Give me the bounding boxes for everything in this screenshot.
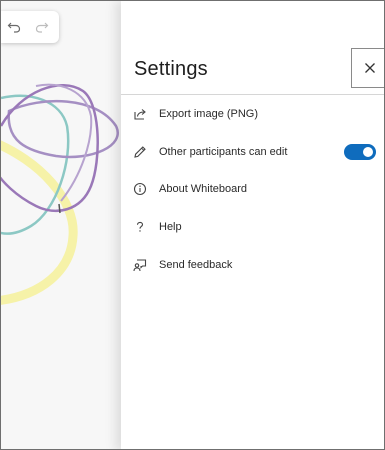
menu-item-label: About Whiteboard [159,183,248,195]
pencil-icon [132,144,148,160]
undo-icon[interactable] [5,18,23,36]
settings-panel: Settings Export image (PNG) Other partic… [121,1,384,449]
question-icon [132,219,148,235]
close-icon [364,63,375,73]
settings-title: Settings [134,58,208,80]
redo-icon[interactable] [33,18,51,36]
ink-drawing [1,83,119,305]
menu-item-send-feedback[interactable]: Send feedback [121,249,384,281]
feedback-icon [132,257,148,273]
close-button[interactable] [351,48,384,88]
menu-item-label: Export image (PNG) [159,108,259,120]
divider [121,94,384,95]
whiteboard-canvas[interactable] [1,1,121,449]
menu-item-label: Other participants can edit [159,146,288,158]
menu-item-about[interactable]: About Whiteboard [121,173,384,205]
participants-edit-toggle[interactable] [344,144,376,160]
menu-item-export-image[interactable]: Export image (PNG) [121,98,384,130]
menu-item-label: Send feedback [159,259,233,271]
menu-item-participants-edit[interactable]: Other participants can edit [121,136,384,168]
menu-item-label: Help [159,221,182,233]
export-icon [132,106,148,122]
app-window: Settings Export image (PNG) Other partic… [0,0,385,450]
menu-item-help[interactable]: Help [121,211,384,243]
toggle-knob [363,147,373,157]
info-icon [132,181,148,197]
undo-redo-toolbar [1,11,59,43]
